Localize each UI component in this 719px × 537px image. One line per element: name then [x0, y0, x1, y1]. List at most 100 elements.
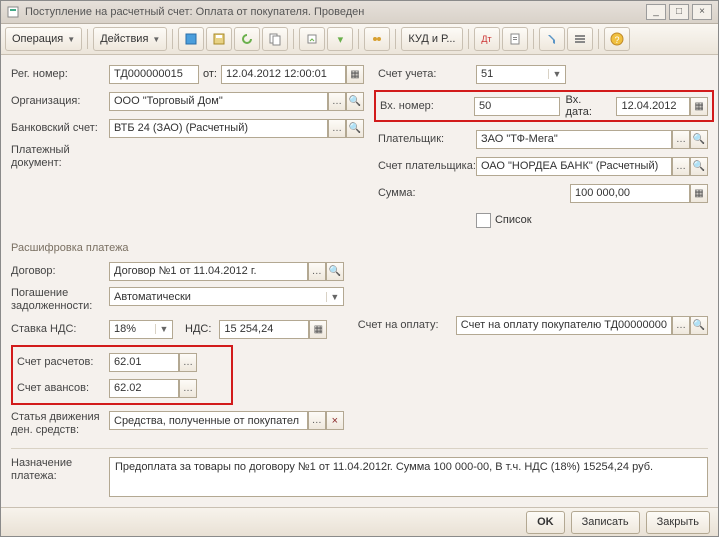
links-icon-button[interactable]	[364, 27, 390, 51]
lookup-icon[interactable]: 🔍	[346, 92, 364, 111]
vdate-label: Вх. дата:	[566, 94, 611, 118]
incoming-highlight: Вх. номер: 50 Вх. дата: 12.04.2012 ▦	[374, 90, 714, 122]
titlebar: Поступление на расчетный счет: Оплата от…	[1, 1, 718, 24]
payer-acc-input[interactable]: ОАО "НОРДЕА БАНК" (Расчетный)	[476, 157, 672, 176]
dropdown-icon: ▼	[548, 69, 565, 79]
cashflow-input[interactable]: Средства, полученные от покупател	[109, 411, 308, 430]
toolbar: Операция▼ Действия▼ ▾ КУД и Р... Дт ?	[1, 24, 718, 55]
settle-acc-input[interactable]: 62.01	[109, 353, 179, 372]
contract-label: Договор:	[11, 265, 109, 277]
footer: OK Записать Закрыть	[1, 507, 718, 536]
separator	[293, 29, 294, 49]
ellipsis-button[interactable]: …	[308, 262, 326, 281]
sum-input[interactable]: 100 000,00	[570, 184, 690, 203]
divider	[11, 448, 708, 449]
vn-label: Вх. номер:	[380, 100, 474, 112]
minimize-button[interactable]: _	[646, 4, 666, 20]
sum-label: Сумма:	[378, 187, 476, 199]
org-input[interactable]: ООО "Торговый Дом"	[109, 92, 328, 111]
debt-label: Погашение задолженности:	[11, 287, 109, 313]
ellipsis-button[interactable]: …	[179, 379, 197, 398]
ellipsis-button[interactable]: …	[308, 411, 326, 430]
separator	[598, 29, 599, 49]
vat-rate-select[interactable]: 18% ▼	[109, 320, 173, 339]
vdate-input[interactable]: 12.04.2012	[616, 97, 690, 116]
close-window-button[interactable]: ×	[692, 4, 712, 20]
separator	[533, 29, 534, 49]
section-payment-details: Расшифровка платежа	[11, 242, 708, 254]
settle-acc-label: Счет расчетов:	[17, 356, 109, 368]
svg-text:?: ?	[614, 35, 619, 45]
accounts-highlight: Счет расчетов: 62.01 … Счет авансов: 62.…	[11, 345, 233, 405]
kudir-label: КУД и Р...	[408, 33, 455, 45]
ellipsis-button[interactable]: …	[672, 157, 690, 176]
help-icon-button[interactable]: ?	[604, 27, 630, 51]
debt-select[interactable]: Автоматически ▼	[109, 287, 344, 306]
dropdown-icon: ▼	[155, 324, 172, 334]
mid-right-column: Счет на оплату: Счет на оплату покупател…	[358, 260, 708, 442]
clear-button[interactable]: ×	[326, 411, 344, 430]
org-label: Организация:	[11, 95, 109, 107]
copy-icon-button[interactable]	[262, 27, 288, 51]
reg-no-label: Рег. номер:	[11, 68, 109, 80]
lookup-icon[interactable]: 🔍	[690, 130, 708, 149]
operation-label: Операция	[12, 33, 63, 45]
document-window: Поступление на расчетный счет: Оплата от…	[0, 0, 719, 537]
adv-acc-input[interactable]: 62.02	[109, 379, 179, 398]
calculator-icon[interactable]: ▦	[690, 184, 708, 203]
mid-left-column: Договор: Договор №1 от 11.04.2012 г. … 🔍…	[11, 260, 344, 442]
list-icon-button[interactable]	[567, 27, 593, 51]
paydoc-label: Платежный документ:	[11, 144, 109, 170]
vat-rate-value: 18%	[110, 323, 155, 335]
separator	[172, 29, 173, 49]
filter-icon-button[interactable]	[539, 27, 565, 51]
ellipsis-button[interactable]: …	[328, 119, 346, 138]
based-on-icon-button[interactable]	[299, 27, 325, 51]
debt-value: Автоматически	[110, 291, 326, 303]
reg-date-input[interactable]: 12.04.2012 12:00:01	[221, 65, 346, 84]
lookup-icon[interactable]: 🔍	[346, 119, 364, 138]
maximize-button[interactable]: □	[669, 4, 689, 20]
ellipsis-button[interactable]: …	[672, 316, 690, 335]
ellipsis-button[interactable]: …	[672, 130, 690, 149]
lookup-icon[interactable]: 🔍	[326, 262, 344, 281]
reg-no-input[interactable]: ТД000000015	[109, 65, 199, 84]
post-button[interactable]	[178, 27, 204, 51]
lookup-icon[interactable]: 🔍	[690, 157, 708, 176]
top-columns: Рег. номер: ТД000000015 от: 12.04.2012 1…	[11, 63, 708, 236]
vn-input[interactable]: 50	[474, 97, 560, 116]
kudir-button[interactable]: КУД и Р...	[401, 27, 462, 51]
acct-label: Счет учета:	[378, 68, 476, 80]
lookup-icon[interactable]: 🔍	[690, 316, 708, 335]
invoice-input[interactable]: Счет на оплату покупателю ТД00000000	[456, 316, 672, 335]
separator	[468, 29, 469, 49]
calculator-icon[interactable]: ▦	[309, 320, 327, 339]
payer-input[interactable]: ЗАО "ТФ-Мега"	[476, 130, 672, 149]
ellipsis-button[interactable]: …	[328, 92, 346, 111]
close-button[interactable]: Закрыть	[646, 511, 710, 534]
bank-label: Банковский счет:	[11, 122, 109, 134]
save-button[interactable]: Записать	[571, 511, 640, 534]
cashflow-label: Статья движения ден. средств:	[11, 411, 109, 437]
purpose-textarea[interactable]: Предоплата за товары по договору №1 от 1…	[109, 457, 708, 497]
calendar-icon[interactable]: ▦	[346, 65, 364, 84]
report-icon-button[interactable]	[502, 27, 528, 51]
print-dropdown-button[interactable]: ▾	[327, 27, 353, 51]
bank-input[interactable]: ВТБ 24 (ЗАО) (Расчетный)	[109, 119, 328, 138]
contract-input[interactable]: Договор №1 от 11.04.2012 г.	[109, 262, 308, 281]
dropdown-icon: ▼	[326, 292, 343, 302]
ellipsis-button[interactable]: …	[179, 353, 197, 372]
vat-input[interactable]: 15 254,24	[219, 320, 309, 339]
purpose-label: Назначение платежа:	[11, 457, 109, 483]
acct-select[interactable]: 51 ▼	[476, 65, 566, 84]
operation-menu-button[interactable]: Операция▼	[5, 27, 82, 51]
dtkt-icon-button[interactable]: Дт	[474, 27, 500, 51]
actions-menu-button[interactable]: Действия▼	[93, 27, 167, 51]
save-icon-button[interactable]	[206, 27, 232, 51]
calendar-icon[interactable]: ▦	[690, 97, 708, 116]
titlebar-icon	[7, 6, 19, 18]
refresh-icon-button[interactable]	[234, 27, 260, 51]
adv-acc-label: Счет авансов:	[17, 382, 109, 394]
list-checkbox[interactable]	[476, 213, 491, 228]
ok-button[interactable]: OK	[526, 511, 565, 534]
